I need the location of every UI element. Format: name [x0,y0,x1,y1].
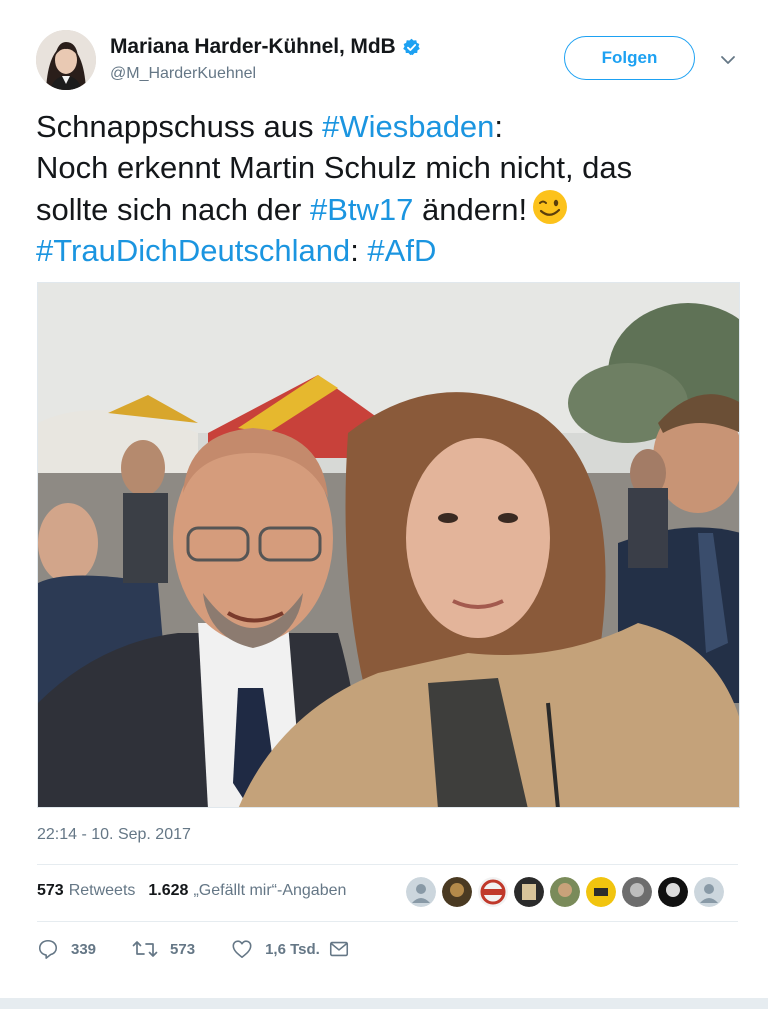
liker-avatar[interactable] [622,877,652,907]
tweet-text-segment: Schnappschuss aus [36,109,323,144]
like-count: 1,6 Tsd. [265,940,320,958]
retweets-count: 573 [37,882,64,899]
heart-icon [232,940,252,959]
tweet-header: Mariana Harder-Kühnel, MdB @M_HarderKueh… [36,30,736,92]
winking-face-emoji-icon [531,188,569,226]
hashtag-link[interactable]: #Btw17 [310,192,413,227]
chevron-down-icon[interactable] [718,50,738,70]
author-avatar[interactable] [36,30,96,90]
hashtag-link[interactable]: #TrauDichDeutschland [36,233,350,268]
liker-avatar[interactable] [550,877,580,907]
tweet-text-segment: sollte sich nach der [36,192,310,227]
like-button[interactable]: 1,6 Tsd. [231,938,320,960]
liker-avatar[interactable] [478,877,508,907]
reply-icon [38,939,58,959]
hashtag-link[interactable]: #AfD [367,233,436,268]
tweet-line-1: Schnappschuss aus #Wiesbaden: [36,106,736,147]
retweet-icon [132,941,158,957]
tweet-stats: 573 Retweets 1.628 „Gefällt mir“-Angaben [37,882,359,900]
divider [37,921,738,922]
hashtag-link[interactable]: #Wiesbaden [322,109,494,144]
tweet-line-3: sollte sich nach der #Btw17 ändern! [36,188,736,230]
retweet-button[interactable]: 573 [132,938,195,960]
tweet-line-4: #TrauDichDeutschland: #AfD [36,230,736,271]
tweet-line-2: Noch erkennt Martin Schulz mich nicht, d… [36,150,633,185]
follow-button[interactable]: Folgen [564,36,695,80]
tweet-text: Schnappschuss aus #Wiesbaden: Noch erken… [36,106,736,271]
liker-avatar[interactable] [586,877,616,907]
retweet-count: 573 [170,940,196,958]
tweet-text-segment: : [350,233,368,268]
reply-button[interactable]: 339 [37,938,96,960]
retweets-label: Retweets [68,882,136,899]
likes-count: 1.628 [148,882,189,899]
envelope-icon [329,941,348,957]
direct-message-button[interactable] [328,938,362,960]
reply-count: 339 [71,940,97,958]
likes-stat[interactable]: 1.628 „Gefällt mir“-Angaben [148,882,346,900]
author-handle[interactable]: @M_HarderKuehnel [110,65,256,83]
tweet-timestamp[interactable]: 22:14 - 10. Sep. 2017 [37,826,191,844]
author-name[interactable]: Mariana Harder-Kühnel, MdB [110,35,396,59]
liker-avatar[interactable] [406,877,436,907]
tweet-actions: 339 573 1,6 Tsd. [37,938,398,960]
likes-label: „Gefällt mir“-Angaben [193,882,347,899]
tweet-text-segment: ändern! [413,192,528,227]
tweet-text-segment: : [494,109,504,144]
retweets-stat[interactable]: 573 Retweets [37,882,135,900]
liker-avatar[interactable] [658,877,688,907]
liker-avatar[interactable] [514,877,544,907]
liker-avatar[interactable] [694,877,724,907]
divider [37,864,738,865]
liker-avatar[interactable] [442,877,472,907]
bottom-bar [0,998,768,1009]
liker-avatars [406,877,730,907]
verified-badge-icon [402,38,421,57]
tweet-photo[interactable] [37,282,740,808]
